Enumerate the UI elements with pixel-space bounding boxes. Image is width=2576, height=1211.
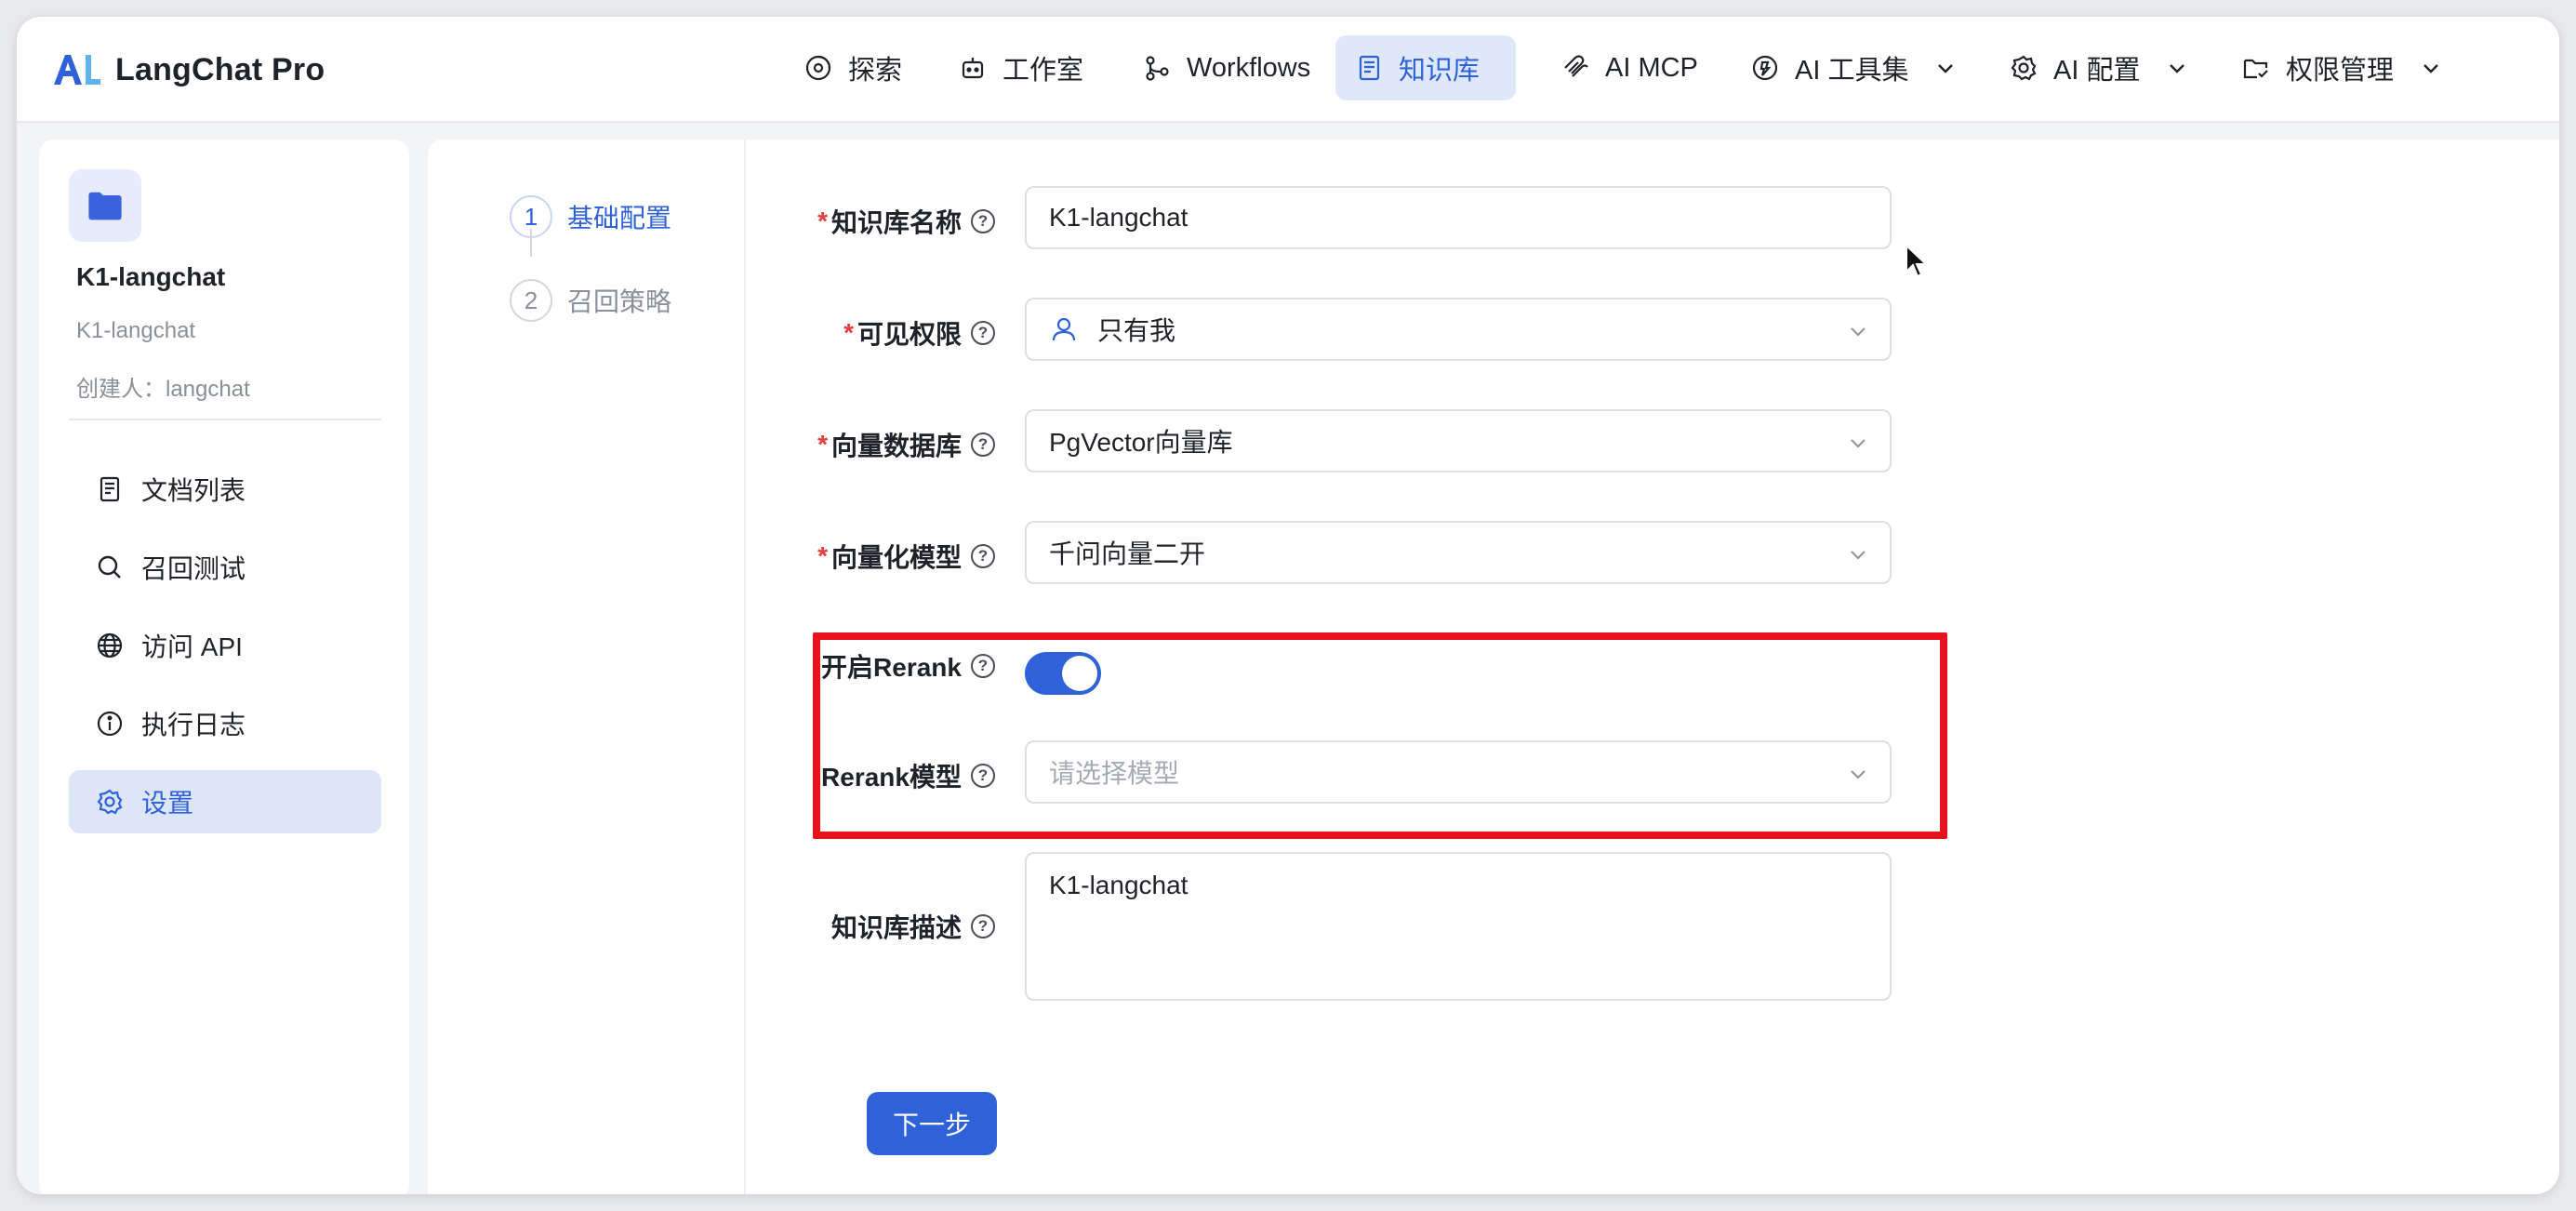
description-label: 知识库描述 ? [831, 908, 995, 945]
help-icon[interactable]: ? [971, 432, 995, 457]
rerank-toggle[interactable] [1025, 652, 1101, 695]
globe-icon [95, 631, 125, 660]
embed-model-select[interactable]: 千问向量二开 [1025, 521, 1892, 584]
settings-panel: 1 基础配置 2 召回策略 * 知识库名称 ? K1-langchat * 可见… [428, 140, 2559, 1194]
rerank-model-label: Rerank模型 ? [821, 757, 995, 794]
folder-permission-icon [2241, 53, 2271, 83]
help-icon[interactable]: ? [971, 321, 995, 345]
nav-permission[interactable]: 权限管理 [2223, 35, 2461, 100]
logo[interactable]: LangChat Pro [50, 47, 325, 93]
kb-name: K1-langchat [76, 262, 226, 291]
nav-explore[interactable]: 探索 [785, 35, 921, 100]
explore-icon [803, 53, 833, 83]
sidebar-divider [69, 419, 381, 420]
gear-icon [95, 787, 125, 817]
app-title: LangChat Pro [115, 51, 325, 87]
gear-icon [2009, 53, 2038, 83]
nav-ai-toolkit-label: AI 工具集 [1795, 56, 1909, 86]
nav-studio-label: 工作室 [1003, 56, 1084, 86]
rerank-enable-label: 开启Rerank ? [821, 647, 995, 685]
app-window: LangChat Pro 探索 工作室 Workflows 知识库 AI MCP… [17, 17, 2559, 1194]
nav-ai-config[interactable]: AI 配置 [1990, 35, 2207, 100]
nav-studio[interactable]: 工作室 [939, 35, 1102, 100]
sidebar-item-label: 设置 [141, 789, 194, 818]
help-icon[interactable]: ? [971, 544, 995, 568]
kb-name-input[interactable]: K1-langchat [1025, 186, 1892, 249]
sidebar-item-logs[interactable]: 执行日志 [69, 692, 381, 755]
chevron-down-icon [1847, 320, 1869, 342]
chevron-down-icon [2166, 57, 2188, 79]
help-icon[interactable]: ? [971, 209, 995, 233]
toolkit-icon [1750, 53, 1780, 83]
sidebar-item-label: 文档列表 [141, 476, 246, 505]
book-icon [1354, 53, 1384, 83]
help-icon[interactable]: ? [971, 654, 995, 678]
vector-db-select[interactable]: PgVector向量库 [1025, 409, 1892, 472]
visibility-label: * 可见权限 ? [843, 314, 995, 352]
sidebar-item-label: 访问 API [141, 632, 243, 661]
chevron-down-icon [1847, 543, 1869, 566]
help-icon[interactable]: ? [971, 914, 995, 938]
document-icon [95, 474, 125, 504]
kb-creator: 创建人：langchat [76, 377, 250, 402]
nav-knowledge-base[interactable]: 知识库 [1335, 35, 1516, 100]
kb-avatar [69, 169, 141, 242]
mouse-cursor-icon [1905, 244, 1929, 278]
sidebar-item-documents[interactable]: 文档列表 [69, 458, 381, 521]
nav-ai-mcp-label: AI MCP [1605, 52, 1698, 83]
chevron-down-icon [1934, 57, 1957, 79]
sidebar-item-settings[interactable]: 设置 [69, 770, 381, 833]
visibility-select[interactable]: 只有我 [1025, 298, 1892, 361]
mcp-icon [1560, 53, 1590, 83]
description-textarea[interactable]: K1-langchat [1025, 852, 1892, 1001]
nav-ai-mcp[interactable]: AI MCP [1542, 35, 1717, 100]
kb-name-label: * 知识库名称 ? [817, 203, 995, 240]
folder-icon [88, 192, 122, 220]
rerank-model-select[interactable]: 请选择模型 [1025, 740, 1892, 804]
help-icon[interactable]: ? [971, 764, 995, 788]
nav-explore-label: 探索 [848, 56, 903, 86]
nav-permission-label: 权限管理 [2286, 56, 2395, 86]
nav-ai-config-label: AI 配置 [2053, 56, 2141, 86]
embed-model-label: * 向量化模型 ? [817, 538, 995, 575]
chevron-down-icon [1847, 763, 1869, 785]
nav-workflows-label: Workflows [1187, 52, 1311, 83]
nav-ai-toolkit[interactable]: AI 工具集 [1732, 35, 1975, 100]
sidebar-item-label: 召回测试 [141, 554, 246, 583]
top-header: LangChat Pro 探索 工作室 Workflows 知识库 AI MCP… [17, 17, 2559, 123]
logo-icon [54, 55, 100, 85]
chevron-down-icon [2420, 57, 2442, 79]
search-icon [95, 552, 125, 582]
chevron-down-icon [1847, 432, 1869, 454]
sidebar-item-api[interactable]: 访问 API [69, 614, 381, 677]
robot-icon [958, 53, 988, 83]
info-icon [95, 709, 125, 739]
kb-subtitle: K1-langchat [76, 318, 196, 343]
sidebar-item-label: 执行日志 [141, 711, 246, 739]
toggle-knob [1062, 656, 1097, 691]
next-step-button[interactable]: 下一步 [867, 1092, 997, 1155]
user-icon [1049, 314, 1079, 344]
nav-workflows[interactable]: Workflows [1123, 35, 1329, 100]
nav-knowledge-base-label: 知识库 [1399, 56, 1481, 86]
sidebar-item-recall-test[interactable]: 召回测试 [69, 536, 381, 599]
vector-db-label: * 向量数据库 ? [817, 426, 995, 463]
kb-sidebar: K1-langchat K1-langchat 创建人：langchat 文档列… [39, 140, 409, 1194]
workflow-icon [1142, 53, 1172, 83]
